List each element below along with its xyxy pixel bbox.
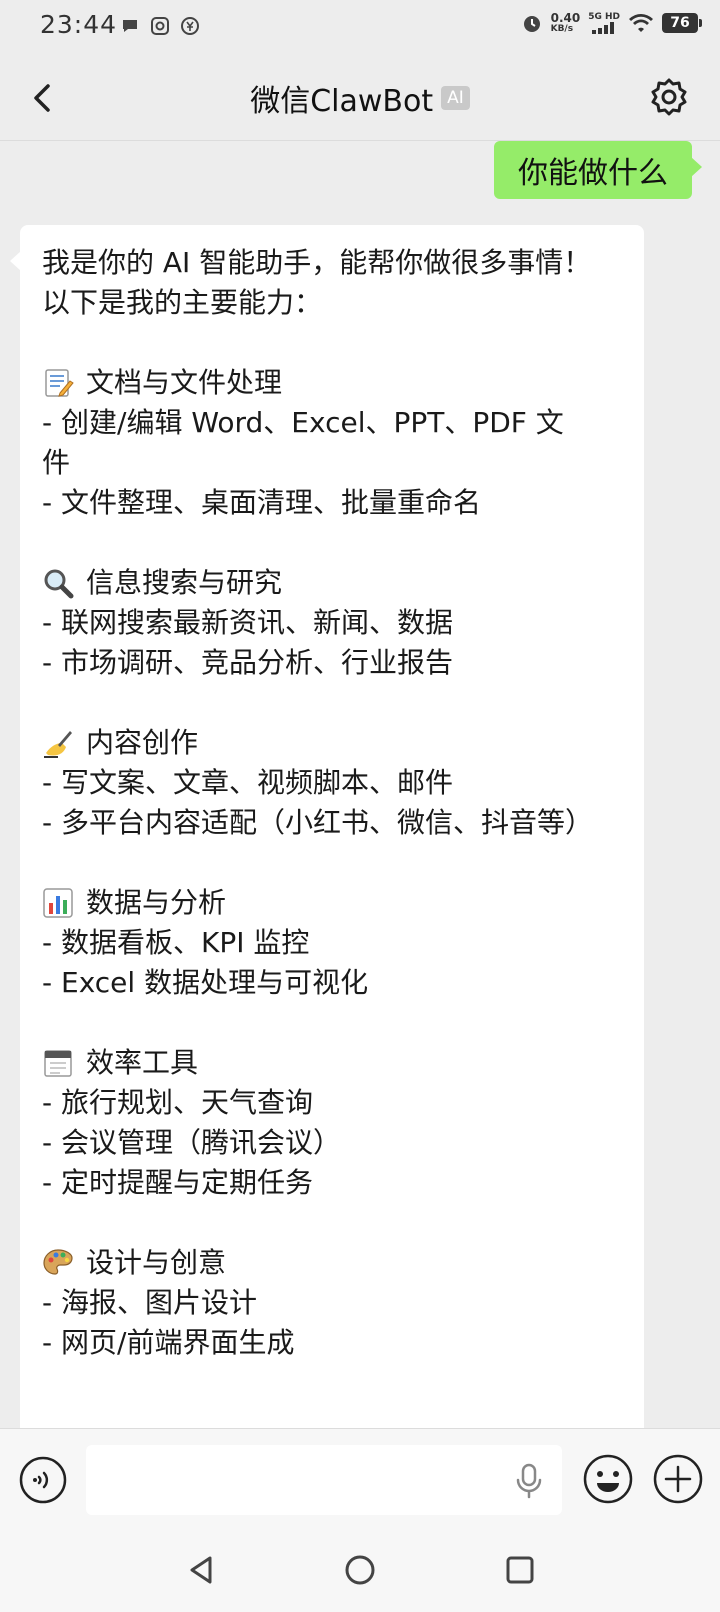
microphone-icon[interactable] [514, 1463, 544, 1499]
memo-icon [45, 369, 74, 397]
chat-area[interactable]: 你能做什么 我是你的 AI 智能助手，能帮你做很多事情！ 以下是我的主要能力： … [0, 141, 720, 1429]
bot-message-bubble[interactable]: 我是你的 AI 智能助手，能帮你做很多事情！ 以下是我的主要能力： 文档与文件处… [10, 225, 644, 1429]
notification-icons [120, 16, 200, 36]
voice-mode-icon[interactable] [18, 1455, 68, 1505]
settings-gear-icon[interactable] [648, 76, 690, 118]
calendar-icon [44, 1050, 72, 1077]
net-speed-value: 0.40 [550, 11, 581, 25]
section-line: 件 [42, 446, 71, 479]
section-line: - 创建/编辑 Word、Excel、PPT、PDF 文 [42, 406, 564, 439]
emoji-smile-icon[interactable] [582, 1453, 634, 1505]
section-title: 内容创作 [86, 726, 199, 759]
section-line: - 联网搜索最新资讯、新闻、数据 [42, 606, 454, 639]
section-line: - 数据看板、KPI 监控 [42, 926, 310, 959]
bar-chart-icon [43, 888, 73, 918]
section-line: - 旅行规划、天气查询 [42, 1086, 314, 1119]
chat-title: 微信ClawBot [250, 84, 434, 119]
section-heading: 文档与文件处理 [42, 363, 622, 403]
ai-badge: AI [441, 86, 470, 110]
input-bar [0, 1428, 720, 1531]
section-title: 信息搜索与研究 [86, 566, 283, 599]
section-heading: 内容创作 [42, 723, 622, 763]
section-heading: 信息搜索与研究 [42, 563, 622, 603]
chat-notification-icon [123, 20, 137, 32]
net-speed-indicator: 0.40 KB/s [551, 12, 581, 34]
section-heading: 数据与分析 [42, 883, 622, 923]
chat-title-group: 微信ClawBot AI [0, 76, 720, 120]
status-bar: 23:44 0.40 KB/s 5G HD 76 [0, 0, 720, 56]
signal-icon [592, 22, 615, 34]
nav-home-icon[interactable] [342, 1552, 378, 1588]
section-line: - 定时提醒与定期任务 [42, 1166, 314, 1199]
plus-icon[interactable] [652, 1453, 704, 1505]
currency-notification-icon [181, 17, 199, 35]
section-line: - 写文案、文章、视频脚本、邮件 [42, 766, 454, 799]
system-nav-bar [0, 1530, 720, 1612]
wifi-icon [629, 14, 653, 32]
message-input[interactable] [86, 1445, 562, 1515]
writing-hand-icon [44, 731, 72, 758]
palette-icon [43, 1249, 73, 1275]
magnifier-icon [44, 569, 74, 599]
status-right: 0.40 KB/s 5G HD 76 [521, 12, 702, 34]
user-message-bubble[interactable]: 你能做什么 [494, 141, 702, 199]
net-speed-unit: KB/s [550, 24, 574, 34]
alarm-icon [523, 16, 540, 32]
section-line: - 网页/前端界面生成 [42, 1326, 295, 1359]
chat-header: 微信ClawBot AI [0, 56, 720, 141]
section-line: - 市场调研、竞品分析、行业报告 [42, 646, 454, 679]
network-indicator: 5G HD [588, 12, 620, 34]
section-title: 数据与分析 [86, 886, 227, 919]
section-heading: 设计与创意 [42, 1243, 622, 1283]
network-type: 5G HD [588, 12, 620, 22]
section-title: 效率工具 [86, 1046, 199, 1079]
section-heading: 效率工具 [42, 1043, 622, 1083]
status-time: 23:44 [40, 10, 118, 39]
app-notification-icon [151, 17, 169, 35]
section-line: - 会议管理（腾讯会议） [42, 1126, 342, 1159]
section-line: - 多平台内容适配（小红书、微信、抖音等） [42, 806, 594, 839]
section-title: 文档与文件处理 [86, 366, 283, 399]
section-line: - 文件整理、桌面清理、批量重命名 [42, 486, 482, 519]
battery-indicator: 76 [662, 13, 702, 33]
nav-recent-apps-icon[interactable] [502, 1552, 538, 1588]
section-line: - 海报、图片设计 [42, 1286, 258, 1319]
bot-intro-line: 我是你的 AI 智能助手，能帮你做很多事情！ [42, 246, 592, 279]
bot-intro-line: 以下是我的主要能力： [42, 286, 323, 319]
nav-back-icon[interactable] [184, 1552, 220, 1588]
section-line: - Excel 数据处理与可视化 [42, 966, 369, 999]
section-title: 设计与创意 [86, 1246, 227, 1279]
